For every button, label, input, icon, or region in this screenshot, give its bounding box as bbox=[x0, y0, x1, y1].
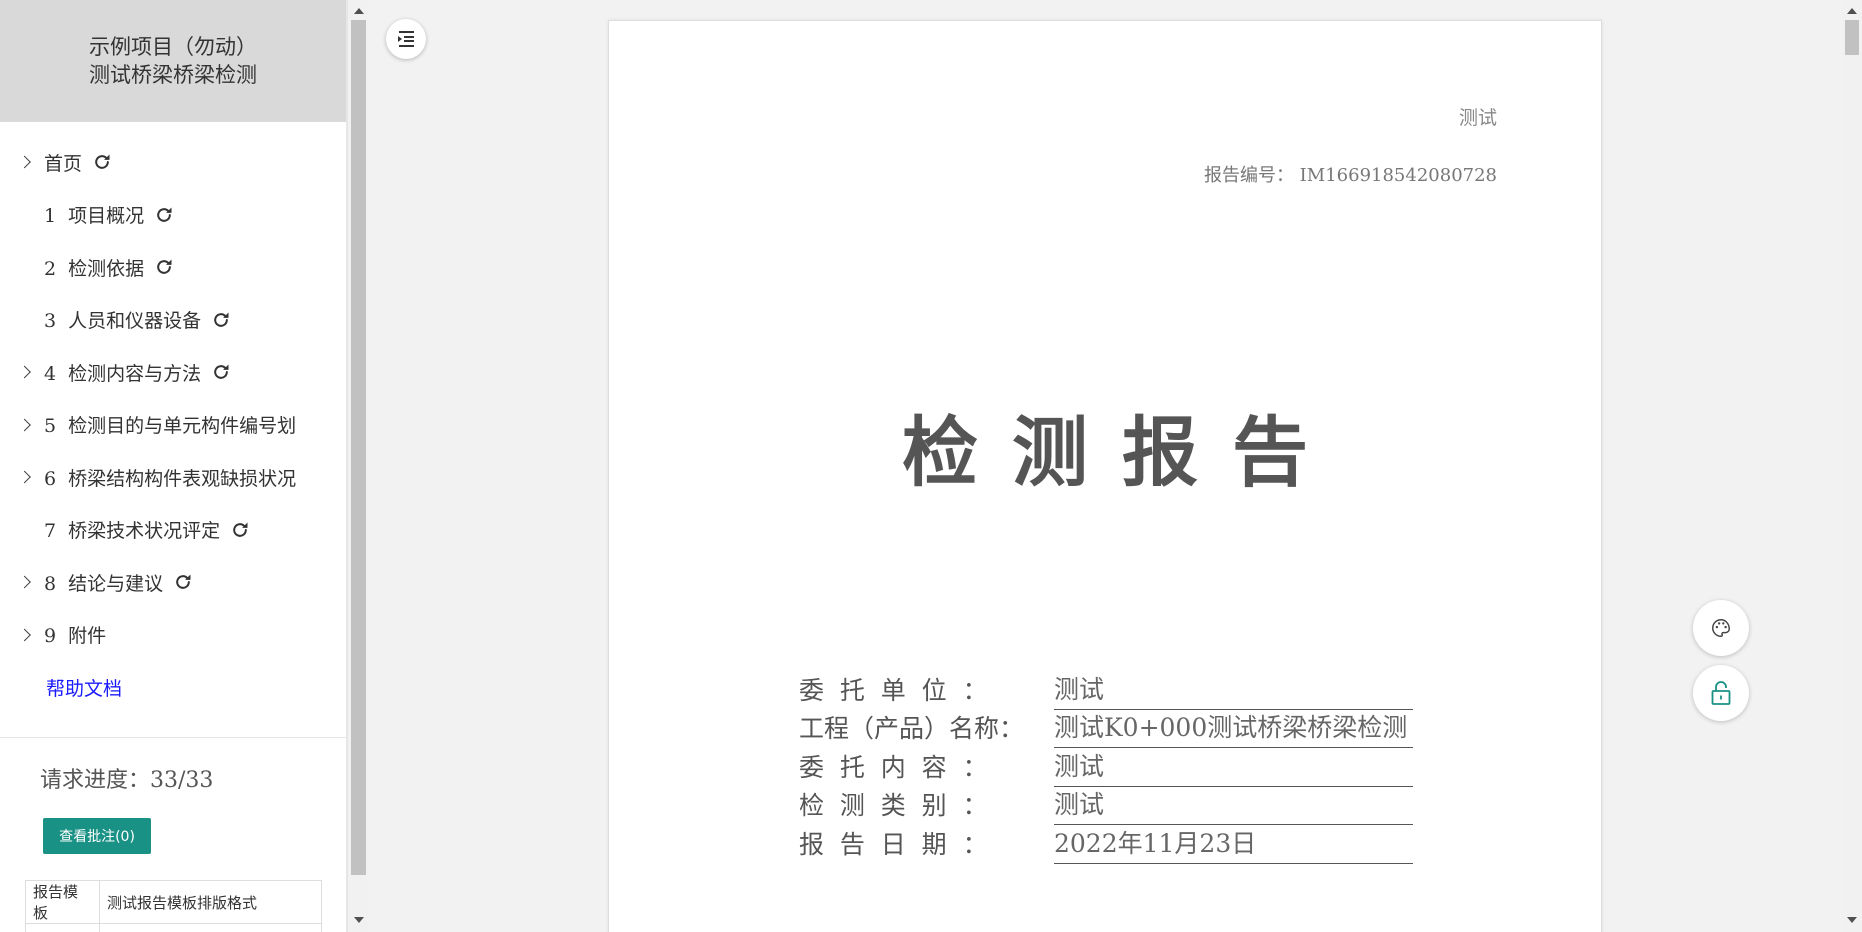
report-field-label: 报 告 日 期 ： bbox=[799, 829, 988, 859]
chevron-right-icon[interactable] bbox=[18, 628, 31, 642]
template-value[interactable]: 测试报告模板排版格式 bbox=[99, 880, 322, 924]
sidebar-item-label: 9 附件 bbox=[44, 625, 107, 648]
report-field-value: 测试 bbox=[1054, 785, 1413, 826]
report-title: 检测报告 bbox=[902, 408, 1342, 497]
sidebar-item[interactable]: 9 附件 bbox=[0, 609, 346, 662]
scroll-down-arrow-icon[interactable] bbox=[1847, 917, 1857, 923]
main-area: 测试 报告编号： IM166918542080728 检测报告 委 托 单 位 … bbox=[368, 0, 1842, 932]
report-field-row: 报 告 日 期 ： 2022年11月23日 bbox=[799, 825, 1413, 864]
sidebar-item-label: 7 桥梁技术状况评定 bbox=[44, 520, 221, 543]
sidebar-item-label: 首页 bbox=[44, 152, 83, 175]
sidebar-item[interactable]: 首页 bbox=[0, 136, 346, 189]
lock-icon bbox=[1711, 681, 1731, 705]
sidebar: 示例项目（勿动） 测试桥梁桥梁检测 首页 1 项目概况 2 检测依据 3 人员和仪器设… bbox=[0, 0, 347, 932]
report-org: 测试 bbox=[1458, 107, 1497, 129]
table-row bbox=[25, 923, 322, 932]
table-cell bbox=[25, 923, 100, 932]
report-field-value: 测试K0+000测试桥梁桥梁检测 bbox=[1054, 708, 1413, 749]
report-field-row: 检 测 类 别 ： 测试 bbox=[799, 787, 1413, 826]
refresh-icon[interactable] bbox=[154, 205, 174, 225]
report-field-row: 委 托 内 容 ： 测试 bbox=[799, 748, 1413, 787]
sidebar-item-label: 6 桥梁结构构件表观缺损状况 bbox=[44, 467, 297, 490]
palette-icon bbox=[1712, 619, 1730, 637]
outline-list-icon bbox=[398, 31, 414, 47]
sidebar-scrollbar[interactable] bbox=[347, 0, 368, 932]
sidebar-item[interactable]: 7 桥梁技术状况评定 bbox=[0, 504, 346, 557]
page-scrollbar-thumb[interactable] bbox=[1845, 20, 1859, 55]
sidebar-item[interactable]: 1 项目概况 bbox=[0, 189, 346, 242]
project-title: 示例项目（勿动） 测试桥梁桥梁检测 bbox=[0, 0, 346, 122]
report-field-row: 委 托 单 位 ： 测试 bbox=[799, 671, 1413, 710]
chevron-right-icon[interactable] bbox=[18, 418, 31, 432]
template-table: 报告模板 测试报告模板排版格式 bbox=[25, 880, 322, 932]
chevron-right-icon[interactable] bbox=[18, 470, 31, 484]
report-field-label: 检 测 类 别 ： bbox=[799, 791, 988, 821]
table-row: 报告模板 测试报告模板排版格式 bbox=[25, 880, 322, 924]
toc-toggle-button[interactable] bbox=[386, 19, 426, 59]
sidebar-item[interactable]: 4 检测内容与方法 bbox=[0, 346, 346, 399]
report-number: 报告编号： IM166918542080728 bbox=[1203, 165, 1497, 186]
view-annotations-button[interactable]: 查看批注(0) bbox=[43, 818, 151, 854]
sidebar-item-label: 5 检测目的与单元构件编号划 bbox=[44, 415, 297, 438]
chevron-right-icon[interactable] bbox=[18, 575, 31, 589]
sidebar-item-label: 2 检测依据 bbox=[44, 257, 145, 280]
request-progress: 请求进度：33/33 bbox=[40, 768, 214, 793]
sidebar-scrollbar-thumb[interactable] bbox=[351, 20, 366, 875]
table-cell bbox=[99, 923, 322, 932]
chevron-right-icon[interactable] bbox=[18, 365, 31, 379]
project-title-line2: 测试桥梁桥梁检测 bbox=[89, 63, 257, 87]
sidebar-item[interactable]: 6 桥梁结构构件表观缺损状况 bbox=[0, 451, 346, 504]
report-field-value: 测试 bbox=[1054, 747, 1413, 787]
chevron-right-icon[interactable] bbox=[18, 155, 31, 169]
lock-button[interactable] bbox=[1693, 665, 1749, 721]
scroll-up-arrow-icon[interactable] bbox=[354, 8, 364, 14]
sidebar-item[interactable]: 3 人员和仪器设备 bbox=[0, 294, 346, 347]
refresh-icon[interactable] bbox=[211, 362, 231, 382]
refresh-icon[interactable] bbox=[154, 257, 174, 277]
chapter-nav: 首页 1 项目概况 2 检测依据 3 人员和仪器设备 4 检测内容与方法 5 检测目的与单… bbox=[0, 122, 346, 661]
report-field-value: 测试 bbox=[1054, 670, 1413, 710]
refresh-icon[interactable] bbox=[230, 520, 250, 540]
sidebar-item[interactable]: 8 结论与建议 bbox=[0, 556, 346, 609]
help-docs-link[interactable]: 帮助文档 bbox=[0, 661, 346, 713]
project-title-line1: 示例项目（勿动） bbox=[89, 35, 257, 59]
template-label: 报告模板 bbox=[25, 880, 100, 924]
sidebar-item-label: 8 结论与建议 bbox=[44, 572, 164, 595]
report-field-label: 委 托 内 容 ： bbox=[799, 752, 988, 782]
report-field-row: 工程（产品）名称： 测试K0+000测试桥梁桥梁检测 bbox=[799, 710, 1413, 749]
sidebar-item-label: 1 项目概况 bbox=[44, 205, 145, 228]
report-field-label: 委 托 单 位 ： bbox=[799, 675, 988, 705]
sidebar-divider bbox=[0, 737, 346, 738]
sidebar-item[interactable]: 5 检测目的与单元构件编号划 bbox=[0, 399, 346, 452]
scroll-down-arrow-icon[interactable] bbox=[354, 917, 364, 923]
refresh-icon[interactable] bbox=[211, 310, 231, 330]
report-field-label: 工程（产品）名称： bbox=[799, 714, 1025, 744]
scroll-up-arrow-icon[interactable] bbox=[1847, 8, 1857, 14]
report-field-value: 2022年11月23日 bbox=[1054, 824, 1413, 864]
report-page: 测试 报告编号： IM166918542080728 检测报告 委 托 单 位 … bbox=[608, 20, 1602, 932]
refresh-icon[interactable] bbox=[173, 572, 193, 592]
sidebar-item-label: 3 人员和仪器设备 bbox=[44, 310, 202, 333]
refresh-icon[interactable] bbox=[92, 152, 112, 172]
sidebar-item-label: 4 检测内容与方法 bbox=[44, 362, 202, 385]
theme-button[interactable] bbox=[1693, 600, 1749, 656]
report-fields: 委 托 单 位 ：测试 工程（产品）名称： 测试K0+000测试桥梁桥梁检测委 托 … bbox=[799, 671, 1413, 864]
page-scrollbar[interactable] bbox=[1842, 0, 1862, 932]
sidebar-item[interactable]: 2 检测依据 bbox=[0, 241, 346, 294]
